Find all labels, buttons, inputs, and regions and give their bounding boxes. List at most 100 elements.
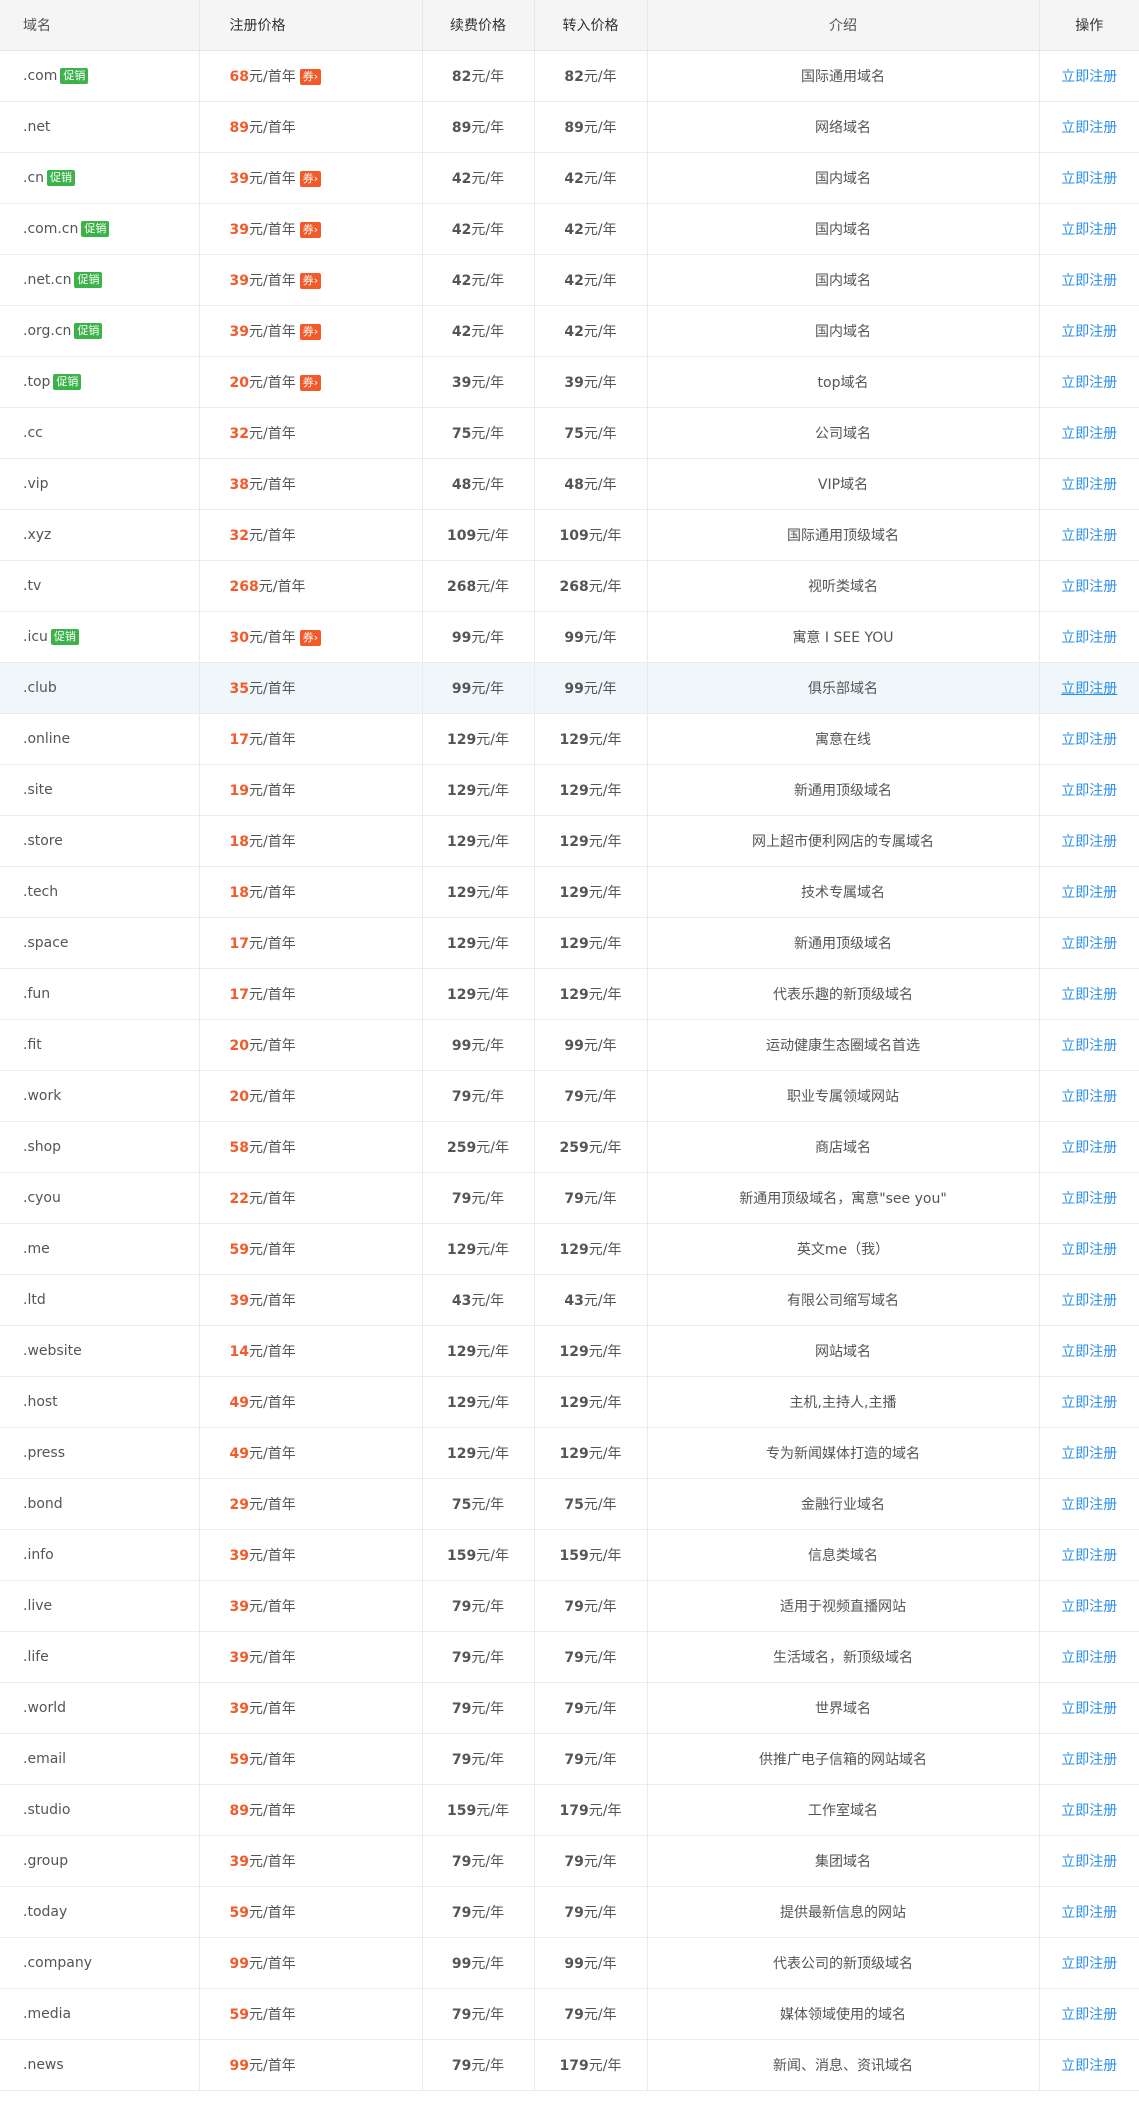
table-row: .net 89元/首年 89元/年 89元/年 网络域名 立即注册 [0, 101, 1139, 153]
transfer-price: 79 [564, 1088, 584, 1105]
register-now-link[interactable]: 立即注册 [1061, 1599, 1117, 1615]
transfer-price-cell: 79元/年 [534, 1172, 648, 1224]
register-now-link[interactable]: 立即注册 [1061, 1497, 1117, 1513]
register-price: 68 [229, 68, 249, 85]
register-now-link[interactable]: 立即注册 [1061, 1752, 1117, 1768]
transfer-price: 79 [564, 1649, 584, 1666]
transfer-price-unit: 元/年 [588, 884, 622, 901]
register-now-link[interactable]: 立即注册 [1061, 1854, 1117, 1870]
table-row: .group 39元/首年 79元/年 79元/年 集团域名 立即注册 [0, 1835, 1139, 1887]
register-now-link[interactable]: 立即注册 [1061, 69, 1117, 85]
intro-cell: 代表公司的新顶级域名 [647, 1937, 1040, 1989]
register-now-link[interactable]: 立即注册 [1061, 1956, 1117, 1972]
register-now-link[interactable]: 立即注册 [1061, 732, 1117, 748]
register-now-link[interactable]: 立即注册 [1061, 273, 1117, 289]
register-now-link[interactable]: 立即注册 [1061, 834, 1117, 850]
register-now-link[interactable]: 立即注册 [1061, 681, 1117, 697]
action-cell: 立即注册 [1039, 152, 1139, 204]
domain-cell: .com 促销 [0, 50, 200, 102]
intro-cell: 国内域名 [647, 203, 1040, 255]
coupon-badge[interactable]: 券› [299, 221, 322, 238]
register-now-link[interactable]: 立即注册 [1061, 885, 1117, 901]
register-now-link[interactable]: 立即注册 [1061, 1803, 1117, 1819]
register-now-link[interactable]: 立即注册 [1061, 477, 1117, 493]
register-now-link[interactable]: 立即注册 [1061, 579, 1117, 595]
register-now-link[interactable]: 立即注册 [1061, 426, 1117, 442]
register-price-unit: 元/首年 [248, 272, 296, 289]
register-now-link[interactable]: 立即注册 [1061, 2007, 1117, 2023]
renew-price-unit: 元/年 [476, 935, 509, 952]
register-now-link[interactable]: 立即注册 [1061, 1905, 1117, 1921]
transfer-price-cell: 129元/年 [534, 1376, 648, 1428]
intro-cell: 俱乐部域名 [647, 662, 1040, 714]
register-now-link[interactable]: 立即注册 [1061, 1701, 1117, 1717]
renew-price-cell: 268元/年 [422, 560, 535, 612]
transfer-price: 179 [559, 1802, 589, 1819]
register-now-link[interactable]: 立即注册 [1061, 1548, 1117, 1564]
domain-cell: .tech [0, 866, 200, 918]
register-now-link[interactable]: 立即注册 [1061, 222, 1117, 238]
register-now-link[interactable]: 立即注册 [1061, 783, 1117, 799]
coupon-badge[interactable]: 券› [299, 374, 322, 391]
renew-price-cell: 39元/年 [422, 356, 535, 408]
domain-name: .icu [23, 628, 48, 645]
register-now-link[interactable]: 立即注册 [1061, 375, 1117, 391]
coupon-badge[interactable]: 券› [299, 629, 322, 646]
action-cell: 立即注册 [1039, 815, 1139, 867]
table-row: .icu 促销 30元/首年 券› 99元/年 99元/年 寓意 I SEE YOU 立即注册 [0, 611, 1139, 663]
domain-cell: .me [0, 1223, 200, 1275]
renew-price-unit: 元/年 [471, 1598, 505, 1615]
register-now-link[interactable]: 立即注册 [1061, 2058, 1117, 2074]
table-row: .media 59元/首年 79元/年 79元/年 媒体领域使用的域名 立即注册 [0, 1988, 1139, 2040]
register-price-cell: 39元/首年 [199, 1835, 423, 1887]
action-cell: 立即注册 [1039, 509, 1139, 561]
renew-price-unit: 元/年 [471, 221, 505, 238]
register-now-link[interactable]: 立即注册 [1061, 1344, 1117, 1360]
register-price: 39 [229, 221, 249, 238]
coupon-badge[interactable]: 券› [299, 272, 322, 289]
intro-text: 适用于视频直播网站 [780, 1598, 906, 1615]
register-price-unit: 元/首年 [248, 1904, 296, 1921]
register-price-cell: 32元/首年 [199, 407, 423, 459]
transfer-price: 82 [564, 68, 584, 85]
register-now-link[interactable]: 立即注册 [1061, 324, 1117, 340]
register-now-link[interactable]: 立即注册 [1061, 1395, 1117, 1411]
header-transfer-price: 转入价格 [534, 0, 648, 51]
register-now-link[interactable]: 立即注册 [1061, 630, 1117, 646]
domain-name: .world [23, 1699, 66, 1716]
coupon-badge[interactable]: 券› [299, 68, 322, 85]
register-now-link[interactable]: 立即注册 [1061, 987, 1117, 1003]
register-now-link[interactable]: 立即注册 [1061, 171, 1117, 187]
coupon-badge[interactable]: 券› [299, 323, 322, 340]
transfer-price-unit: 元/年 [583, 1751, 617, 1768]
register-now-link[interactable]: 立即注册 [1061, 1191, 1117, 1207]
register-price-cell: 59元/首年 [199, 1988, 423, 2040]
transfer-price-cell: 109元/年 [534, 509, 648, 561]
register-now-link[interactable]: 立即注册 [1061, 1293, 1117, 1309]
register-now-link[interactable]: 立即注册 [1061, 1446, 1117, 1462]
register-now-link[interactable]: 立即注册 [1061, 936, 1117, 952]
renew-price-unit: 元/年 [476, 1394, 509, 1411]
domain-cell: .press [0, 1427, 200, 1479]
register-now-link[interactable]: 立即注册 [1061, 528, 1117, 544]
table-row: .club 35元/首年 99元/年 99元/年 俱乐部域名 立即注册 [0, 662, 1139, 714]
register-now-link[interactable]: 立即注册 [1061, 1089, 1117, 1105]
register-now-link[interactable]: 立即注册 [1061, 1038, 1117, 1054]
action-cell: 立即注册 [1039, 764, 1139, 816]
renew-price: 79 [451, 1649, 472, 1666]
domain-name: .website [23, 1342, 82, 1359]
register-now-link[interactable]: 立即注册 [1061, 1650, 1117, 1666]
transfer-price-cell: 129元/年 [534, 1325, 648, 1377]
transfer-price-unit: 元/年 [583, 374, 617, 391]
intro-text: 信息类域名 [808, 1547, 878, 1564]
register-now-link[interactable]: 立即注册 [1061, 1242, 1117, 1258]
coupon-badge[interactable]: 券› [299, 170, 322, 187]
register-price: 39 [229, 1853, 249, 1870]
register-price-cell: 89元/首年 [199, 1784, 423, 1836]
renew-price-cell: 43元/年 [422, 1274, 535, 1326]
transfer-price: 42 [564, 221, 584, 238]
domain-cell: .icu 促销 [0, 611, 200, 663]
intro-cell: 网络域名 [647, 101, 1040, 153]
register-now-link[interactable]: 立即注册 [1061, 120, 1117, 136]
register-now-link[interactable]: 立即注册 [1061, 1140, 1117, 1156]
